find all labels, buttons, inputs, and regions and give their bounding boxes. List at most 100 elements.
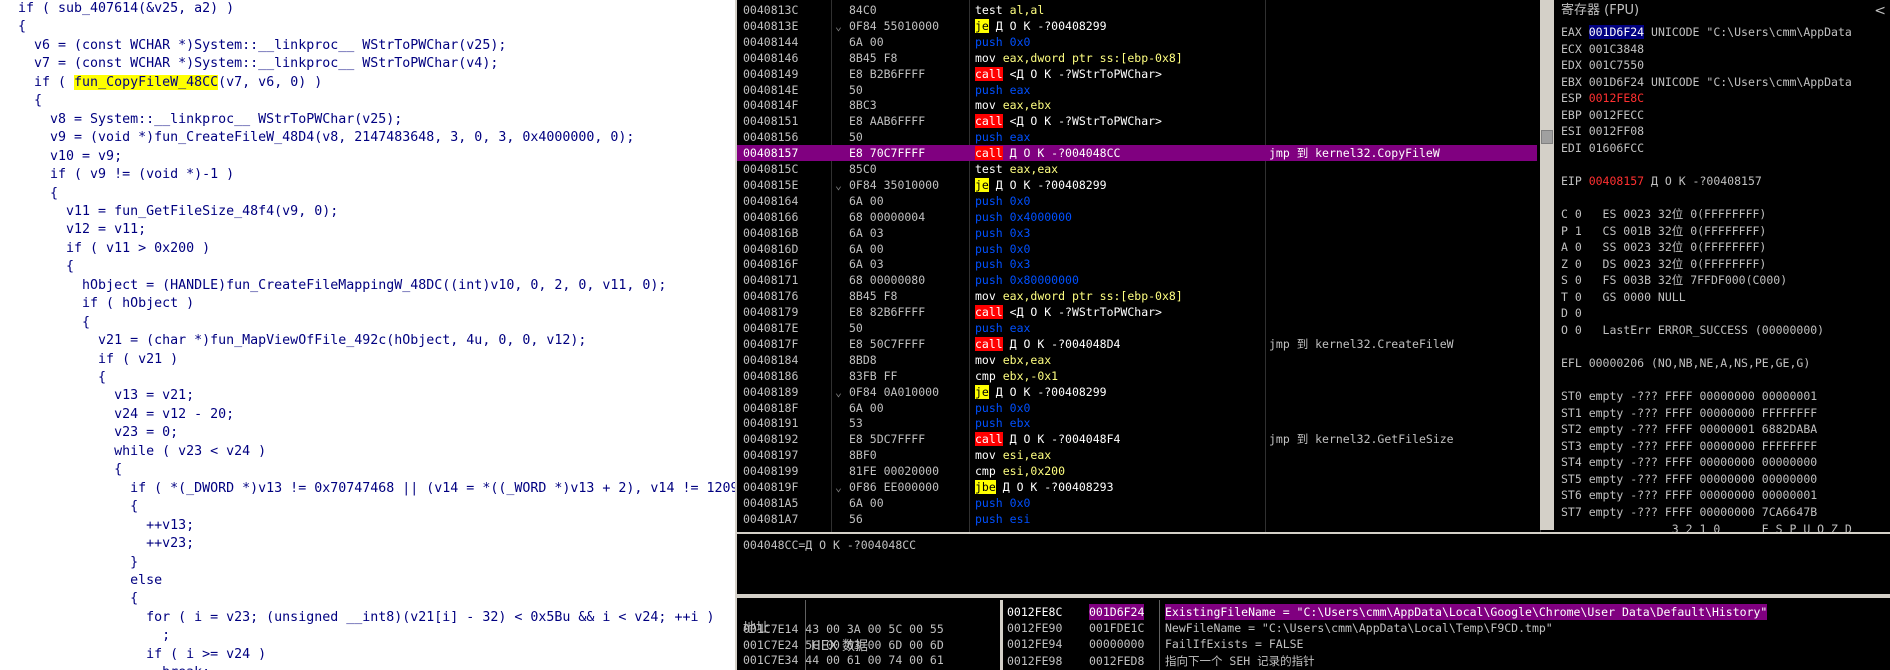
register-row[interactable]: ST6 empty -??? FFFF 00000000 00000001 xyxy=(1561,487,1817,503)
disasm-row[interactable]: 00408186 83FB FF cmp ebx,-0x1 xyxy=(737,368,1537,384)
code-line[interactable]: v12 = v11; xyxy=(18,221,146,239)
code-line[interactable]: break; xyxy=(18,664,210,670)
highlighted-identifier[interactable]: fun_CopyFileW_48CC xyxy=(74,74,219,90)
disasm-row[interactable]: 004081A7 56 push esi xyxy=(737,511,1537,527)
register-row[interactable]: EDI 01606FCC xyxy=(1561,140,1644,156)
horizontal-splitter[interactable] xyxy=(737,594,1890,598)
code-line[interactable]: if ( *(_DWORD *)v13 != 0x70747468 || (v1… xyxy=(18,480,736,498)
register-row[interactable]: EDX 001C7550 xyxy=(1561,57,1644,73)
disasm-row[interactable]: 00408199 81FE 00020000 cmp esi,0x200 xyxy=(737,463,1537,479)
disasm-row[interactable]: 00408184 8BD8 mov ebx,eax xyxy=(737,352,1537,368)
code-line[interactable]: v13 = v21; xyxy=(18,387,194,405)
registers-pane[interactable]: 寄存器 (FPU) < EAX 001D6F24 UNICODE "C:\Use… xyxy=(1555,0,1890,532)
disasm-row[interactable]: 0040816D 6A 00 push 0x0 xyxy=(737,241,1537,257)
code-line[interactable]: v6 = (const WCHAR *)System::__linkproc__… xyxy=(18,37,506,55)
disasm-row[interactable]: 0040815C 85C0 test eax,eax xyxy=(737,161,1537,177)
code-line[interactable]: } xyxy=(18,554,138,572)
code-line[interactable]: v10 = v9; xyxy=(18,148,122,166)
disasm-row[interactable]: 00408144 6A 00 push 0x0 xyxy=(737,34,1537,50)
disasm-row[interactable]: 00408151 E8 AAB6FFFF call <Д О К -?WStrToP… xyxy=(737,113,1537,129)
stack-row-current[interactable]: 0012FE8C 001D6F24 ExistingFileName = "C:\U… xyxy=(1003,604,1890,620)
code-line[interactable]: v11 = fun_GetFileSize_48f4(v9, 0); xyxy=(18,203,338,221)
code-line[interactable]: { xyxy=(18,258,74,276)
scrollbar-thumb[interactable] xyxy=(1541,130,1553,144)
register-row[interactable]: 3 2 1 0 E S P U O Z D xyxy=(1561,521,1852,533)
disasm-row[interactable]: 00408179 E8 82B6FFFF call <Д О К -?WStrToP… xyxy=(737,304,1537,320)
disasm-row[interactable]: 00408171 68 00000080 push 0x80000000 xyxy=(737,272,1537,288)
register-row[interactable]: O 0 LastErr ERROR_SUCCESS (00000000) xyxy=(1561,322,1824,338)
register-row[interactable]: ST5 empty -??? FFFF 00000000 00000000 xyxy=(1561,471,1817,487)
code-line[interactable]: for ( i = v23; (unsigned __int8)(v21[i] … xyxy=(18,609,714,627)
register-row[interactable]: ST4 empty -??? FFFF 00000000 00000000 xyxy=(1561,454,1817,470)
register-row[interactable]: ESP 0012FE8C xyxy=(1561,90,1644,106)
register-row[interactable]: P 1 CS 001B 32位 0(FFFFFFFF) xyxy=(1561,223,1766,239)
code-line[interactable]: { xyxy=(18,369,106,387)
register-row[interactable]: A 0 SS 0023 32位 0(FFFFFFFF) xyxy=(1561,239,1766,255)
register-row[interactable]: ST0 empty -??? FFFF 00000000 00000001 xyxy=(1561,388,1817,404)
code-line[interactable]: v8 = System::__linkproc__ WStrToPWChar(v… xyxy=(18,111,402,129)
stack-row[interactable]: 0012FE90 001FDE1C NewFileName = "C:\Users\… xyxy=(1003,620,1890,636)
code-line[interactable]: { xyxy=(18,590,138,608)
disasm-row[interactable]: 00408164 6A 00 push 0x0 xyxy=(737,193,1537,209)
code-line[interactable]: { xyxy=(18,314,90,332)
disasm-row[interactable]: 0040816F 6A 03 push 0x3 xyxy=(737,256,1537,272)
disasm-row[interactable]: 00408149 E8 B2B6FFFF call <Д О К -?WStrToP… xyxy=(737,66,1537,82)
register-row[interactable]: ST2 empty -??? FFFF 00000001 6882DABA xyxy=(1561,421,1817,437)
code-line[interactable]: else xyxy=(18,572,162,590)
disasm-row[interactable]: 0040814F 8BC3 mov eax,ebx xyxy=(737,97,1537,113)
code-line[interactable]: v9 = (void *)fun_CreateFileW_48D4(v8, 21… xyxy=(18,129,634,147)
code-line[interactable]: { xyxy=(18,498,138,516)
code-line[interactable]: v21 = (char *)fun_MapViewOfFile_492c(hOb… xyxy=(18,332,586,350)
register-row[interactable]: T 0 GS 0000 NULL xyxy=(1561,289,1686,305)
register-row[interactable]: S 0 FS 003B 32位 7FFDF000(C000) xyxy=(1561,272,1787,288)
disassembly-pane[interactable]: 0040813C 84C0 test al,al 0040813E ⌄ 0F84 5501… xyxy=(737,0,1541,532)
register-row[interactable]: D 0 xyxy=(1561,305,1582,321)
code-line[interactable]: if ( v11 > 0x200 ) xyxy=(18,240,210,258)
memory-dump-pane[interactable]: 地址 HEX 数据 001C7E14 43 00 3A 00 5C 00 55 0… xyxy=(737,600,1000,670)
register-row[interactable]: ST7 empty -??? FFFF 00000000 7CA6647B xyxy=(1561,504,1817,520)
code-line[interactable]: if ( v21 ) xyxy=(18,351,178,369)
disasm-row[interactable]: 0040819F ⌄ 0F86 EE000000 jbe Д О К -?004082… xyxy=(737,479,1537,495)
disasm-row[interactable]: 0040816B 6A 03 push 0x3 xyxy=(737,225,1537,241)
register-row[interactable]: ST3 empty -??? FFFF 00000000 FFFFFFFF xyxy=(1561,438,1817,454)
disasm-row[interactable]: 0040817E 50 push eax xyxy=(737,320,1537,336)
disasm-row[interactable]: 00408156 50 push eax xyxy=(737,129,1537,145)
register-row[interactable]: ECX 001C3848 xyxy=(1561,41,1644,57)
code-line[interactable]: ++v13; xyxy=(18,517,194,535)
disasm-row[interactable]: 00408146 8B45 F8 mov eax,dword ptr ss:[ebp… xyxy=(737,50,1537,66)
disasm-row[interactable]: 00408192 E8 5DC7FFFF call Д О К -?004048F4… xyxy=(737,431,1537,447)
stack-row[interactable]: 0012FE94 00000000 FailIfExists = FALSE xyxy=(1003,636,1890,652)
code-line[interactable]: hObject = (HANDLE)fun_CreateFileMappingW… xyxy=(18,277,666,295)
code-line[interactable]: v7 = (const WCHAR *)System::__linkproc__… xyxy=(18,55,498,73)
disasm-row[interactable]: 0040814E 50 push eax xyxy=(737,82,1537,98)
register-row[interactable]: Z 0 DS 0023 32位 0(FFFFFFFF) xyxy=(1561,256,1766,272)
dump-row[interactable]: 001C7E24 5C 00 63 00 6D 00 6D xyxy=(743,638,944,653)
dump-row[interactable]: 001C7E14 43 00 3A 00 5C 00 55 xyxy=(743,622,944,637)
code-line[interactable]: if ( sub_407614(&v25, a2) ) xyxy=(18,0,234,18)
register-row[interactable]: EBP 0012FECC xyxy=(1561,107,1644,123)
disasm-row[interactable]: 0040813C 84C0 test al,al xyxy=(737,2,1537,18)
disasm-row[interactable]: 00408176 8B45 F8 mov eax,dword ptr ss:[ebp… xyxy=(737,288,1537,304)
disasm-row[interactable]: 004081A5 6A 00 push 0x0 xyxy=(737,495,1537,511)
collapse-arrow-icon[interactable]: < xyxy=(1874,0,1886,22)
code-line[interactable]: if ( i >= v24 ) xyxy=(18,646,266,664)
code-line[interactable]: { xyxy=(18,185,58,203)
disasm-row[interactable]: 0040818F 6A 00 push 0x0 xyxy=(737,400,1537,416)
code-line[interactable]: { xyxy=(18,18,26,36)
disasm-row[interactable]: 00408197 8BF0 mov esi,eax xyxy=(737,447,1537,463)
code-line[interactable]: if ( fun_CopyFileW_48CC(v7, v6, 0) ) xyxy=(18,74,322,92)
code-line[interactable]: ++v23; xyxy=(18,535,194,553)
stack-row[interactable]: 0012FE98 0012FED8 指向下一个 SEH 记录的指针 xyxy=(1003,653,1890,669)
register-row[interactable]: ESI 0012FF08 xyxy=(1561,123,1644,139)
disasm-row[interactable]: 0040815E ⌄ 0F84 35010000 je Д О К -?0040829… xyxy=(737,177,1537,193)
code-line[interactable]: { xyxy=(18,461,122,479)
disassembly-scrollbar[interactable] xyxy=(1540,0,1554,530)
code-line[interactable]: if ( v9 != (void *)-1 ) xyxy=(18,166,234,184)
disasm-row[interactable]: 0040813E ⌄ 0F84 55010000 je Д О К -?0040829… xyxy=(737,18,1537,34)
pseudocode-pane[interactable]: if ( sub_407614(&v25, a2) ) { v6 = (const… xyxy=(0,0,736,670)
code-line[interactable]: v24 = v12 - 20; xyxy=(18,406,234,424)
stack-pane[interactable]: 0012FE8C 001D6F24 ExistingFileName = "C:\U… xyxy=(1003,600,1890,670)
disasm-row[interactable]: 00408166 68 00000004 push 0x4000000 xyxy=(737,209,1537,225)
disasm-row-current[interactable]: 00408157 E8 70C7FFFF call Д О К -?004048CC… xyxy=(737,145,1537,162)
disasm-row[interactable]: 0040817F E8 50C7FFFF call Д О К -?004048D4… xyxy=(737,336,1537,352)
